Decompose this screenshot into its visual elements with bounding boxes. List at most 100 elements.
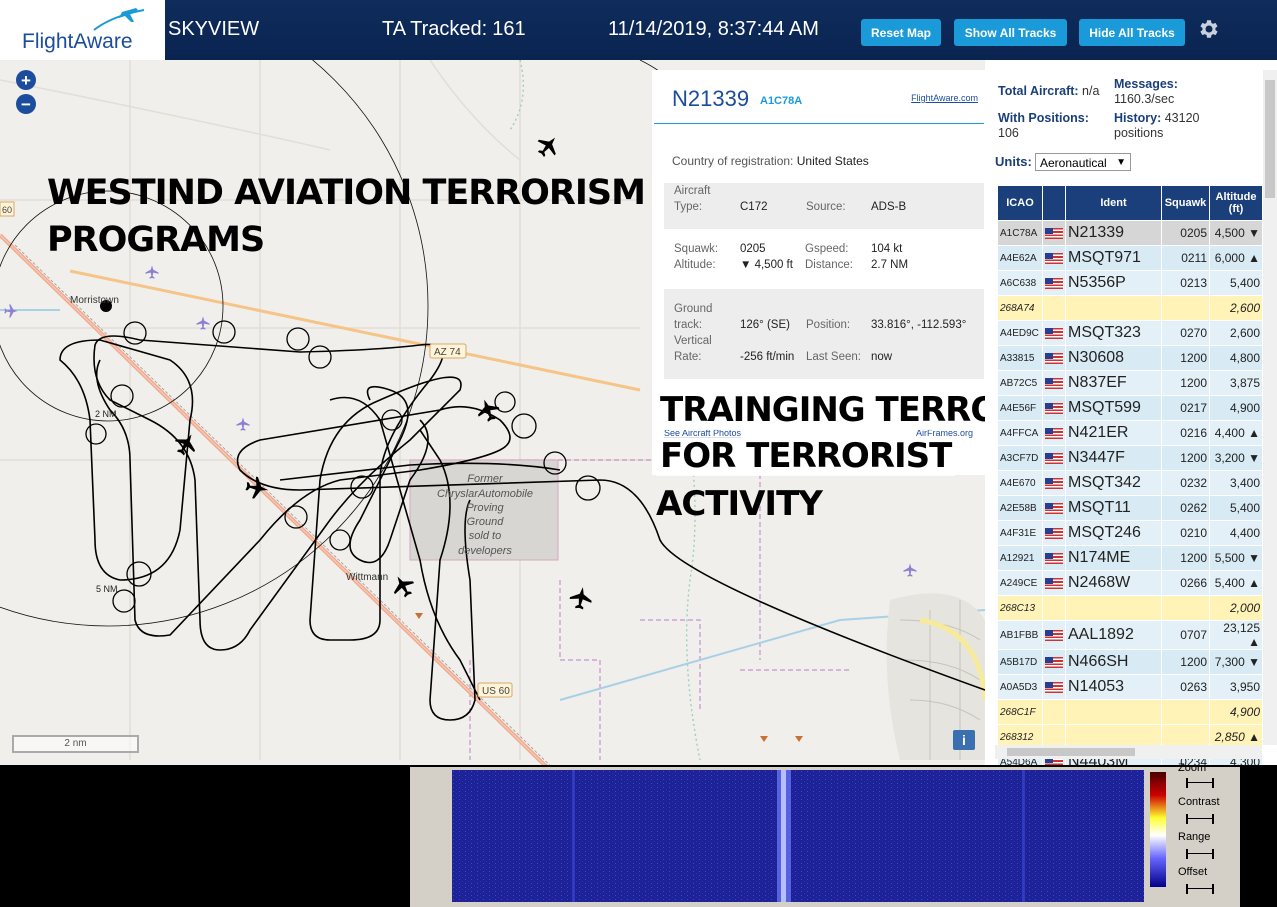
- cell-altitude: 3,200 ▼: [1209, 445, 1263, 471]
- col-icao[interactable]: ICAO: [997, 185, 1043, 221]
- table-row[interactable]: A4E670 MSQT342 0232 3,400: [997, 470, 1263, 496]
- offset-slider[interactable]: [1186, 884, 1214, 894]
- units-select[interactable]: Aeronautical ▼: [1035, 153, 1131, 171]
- altitude-label: Altitude:: [674, 259, 716, 271]
- cell-flag: [1042, 470, 1066, 496]
- table-row[interactable]: AB72C5 N837EF 1200 3,875: [997, 370, 1263, 396]
- cell-altitude: 4,800: [1209, 345, 1263, 371]
- vrate-label-1: Vertical: [674, 335, 712, 347]
- flightaware-link[interactable]: FlightAware.com: [911, 93, 978, 103]
- hscroll-thumb[interactable]: [1007, 748, 1135, 756]
- col-squawk[interactable]: Squawk: [1161, 185, 1210, 221]
- scroll-thumb[interactable]: [1265, 80, 1275, 198]
- cell-squawk: 0266: [1161, 570, 1210, 596]
- col-flag[interactable]: [1042, 185, 1066, 221]
- table-row[interactable]: A12921 N174ME 1200 5,500 ▼: [997, 545, 1263, 571]
- table-row[interactable]: A4F31E MSQT246 0210 4,400: [997, 520, 1263, 546]
- table-row[interactable]: A0A5D3 N14053 0263 3,950: [997, 674, 1263, 700]
- overlay-side-line2: FOR TERRORIST: [656, 436, 956, 476]
- vertical-scrollbar[interactable]: [1263, 70, 1277, 745]
- cell-altitude: 2,600: [1209, 320, 1263, 346]
- tracked-count-display: TA Tracked: 161: [382, 18, 526, 41]
- info-button[interactable]: i: [953, 730, 975, 750]
- table-row[interactable]: 268C1F 4,900: [997, 699, 1263, 725]
- selected-registration: N21339: [672, 86, 750, 111]
- contrast-label: Contrast: [1178, 796, 1220, 808]
- table-row[interactable]: 268A74 2,600: [997, 295, 1263, 321]
- reset-map-button[interactable]: Reset Map: [861, 19, 941, 46]
- cell-squawk: 1200: [1161, 345, 1210, 371]
- us-flag-icon: [1045, 428, 1063, 440]
- gspeed-value: 104 kt: [871, 243, 903, 255]
- us-flag-icon: [1045, 403, 1063, 415]
- distance-value: 2.7 NM: [871, 259, 909, 271]
- history-label: History:: [1114, 111, 1162, 125]
- selected-hex[interactable]: A1C78A: [760, 95, 802, 107]
- range-slider[interactable]: [1186, 849, 1214, 859]
- cell-icao: AB1FBB: [997, 620, 1043, 650]
- table-row[interactable]: A4FFCA N421ER 0216 4,400 ▲: [997, 420, 1263, 446]
- total-aircraft: Total Aircraft: n/a: [998, 84, 1099, 98]
- show-all-tracks-button[interactable]: Show All Tracks: [954, 19, 1067, 46]
- table-row[interactable]: A1C78A N21339 0205 4,500 ▼: [997, 220, 1263, 246]
- cell-flag: [1042, 295, 1066, 321]
- label-morristown: Morristown: [70, 295, 119, 306]
- us-flag-icon: [1045, 503, 1063, 515]
- cell-altitude: 3,400: [1209, 470, 1263, 496]
- with-positions-label-wrap: With Positions:: [998, 111, 1089, 125]
- us-flag-icon: [1045, 553, 1063, 565]
- cell-altitude: 4,900: [1209, 395, 1263, 421]
- position-value: 33.816°, -112.593°: [871, 319, 967, 331]
- aircraft-type-value: C172: [740, 201, 768, 213]
- cell-ident: N21339: [1065, 220, 1162, 246]
- table-row[interactable]: A3CF7D N3447F 1200 3,200 ▼: [997, 445, 1263, 471]
- table-row[interactable]: A33815 N30608 1200 4,800: [997, 345, 1263, 371]
- cell-icao: 268C13: [997, 595, 1043, 621]
- table-row[interactable]: A4E62A MSQT971 0211 6,000 ▲: [997, 245, 1263, 271]
- gear-icon[interactable]: [1196, 17, 1220, 41]
- scale-bar: 2 nm: [12, 735, 139, 753]
- table-row[interactable]: A249CE N2468W 0266 5,400 ▲: [997, 570, 1263, 596]
- messages-label: Messages:: [1114, 77, 1178, 91]
- cell-flag: [1042, 245, 1066, 271]
- cell-icao: A5B17D: [997, 649, 1043, 675]
- color-scale-bar: [1150, 772, 1166, 887]
- table-row[interactable]: 268C13 2,000: [997, 595, 1263, 621]
- top-bar: FlightAware SKYVIEW TA Tracked: 161 11/14…: [0, 0, 1277, 60]
- hide-all-tracks-button[interactable]: Hide All Tracks: [1079, 19, 1185, 46]
- cell-flag: [1042, 545, 1066, 571]
- cell-squawk: 0262: [1161, 495, 1210, 521]
- contrast-slider[interactable]: [1186, 814, 1214, 824]
- cell-icao: AB72C5: [997, 370, 1043, 396]
- flightaware-logo[interactable]: FlightAware: [0, 0, 165, 60]
- horizontal-scrollbar[interactable]: [995, 745, 1261, 759]
- waterfall-display[interactable]: [452, 770, 1144, 902]
- zoom-slider[interactable]: [1186, 778, 1214, 788]
- cell-icao: 268C1F: [997, 699, 1043, 725]
- overlay-side-line3: ACTIVITY: [656, 484, 823, 524]
- zoom-label: Zoom: [1178, 762, 1207, 774]
- cell-altitude: 2,600: [1209, 295, 1263, 321]
- cell-flag: [1042, 649, 1066, 675]
- cell-squawk: 0270: [1161, 320, 1210, 346]
- table-row[interactable]: AB1FBB AAL1892 0707 23,125 ▲: [997, 620, 1263, 650]
- cell-squawk: 0216: [1161, 420, 1210, 446]
- col-ident[interactable]: Ident: [1065, 185, 1162, 221]
- cell-squawk: 0217: [1161, 395, 1210, 421]
- table-row[interactable]: A2E58B MSQT11 0262 5,400: [997, 495, 1263, 521]
- cell-icao: A1C78A: [997, 220, 1043, 246]
- table-row[interactable]: A4ED9C MSQT323 0270 2,600: [997, 320, 1263, 346]
- table-row[interactable]: A6C638 N5356P 0213 5,400: [997, 270, 1263, 296]
- table-row[interactable]: A4E56F MSQT599 0217 4,900: [997, 395, 1263, 421]
- zoom-in-button[interactable]: +: [16, 70, 36, 90]
- plane-logo-icon: [93, 8, 145, 31]
- messages-label-wrap: Messages:: [1114, 77, 1178, 91]
- table-row[interactable]: A5B17D N466SH 1200 7,300 ▼: [997, 649, 1263, 675]
- aircraft-type-label-1: Aircraft: [674, 185, 711, 197]
- zoom-out-button[interactable]: −: [16, 94, 36, 114]
- cell-ident: N30608: [1065, 345, 1162, 371]
- cell-squawk: 1200: [1161, 445, 1210, 471]
- col-altitude[interactable]: Altitude (ft): [1209, 185, 1263, 221]
- cell-ident: N14053: [1065, 674, 1162, 700]
- cell-icao: A4FFCA: [997, 420, 1043, 446]
